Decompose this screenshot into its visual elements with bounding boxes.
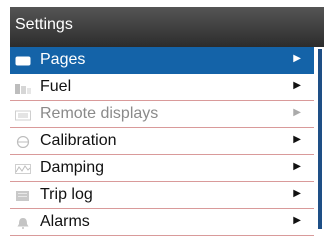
fuel-icon xyxy=(15,81,31,94)
chevron-right-icon: ▶ xyxy=(293,107,301,118)
chevron-right-icon: ▶ xyxy=(293,188,301,199)
calibration-icon xyxy=(15,135,31,149)
menu-item-remote-displays[interactable]: Remote displays ▶ xyxy=(10,101,314,128)
menu-item-label: Alarms xyxy=(40,213,90,230)
menu-item-label: Damping xyxy=(40,159,105,176)
damping-icon xyxy=(15,162,31,174)
alarms-icon xyxy=(15,216,31,229)
screen-frame: Settings Pages ▶ Fuel ▶ Remote displays … xyxy=(0,0,331,241)
menu-item-label: Fuel xyxy=(40,78,72,95)
menu-item-damping[interactable]: Damping ▶ xyxy=(10,155,314,182)
settings-menu: Pages ▶ Fuel ▶ Remote displays ▶ Calibra… xyxy=(10,47,314,241)
menu-item-pages[interactable]: Pages ▶ xyxy=(10,47,314,74)
menu-item-label: Remote displays xyxy=(40,105,159,122)
chevron-right-icon: ▶ xyxy=(293,80,301,91)
menu-item-trip-log[interactable]: Trip log ▶ xyxy=(10,182,314,209)
menu-item-fuel[interactable]: Fuel ▶ xyxy=(10,74,314,101)
title-bar: Settings xyxy=(10,7,324,47)
page-title: Settings xyxy=(15,16,73,33)
scrollbar[interactable] xyxy=(316,47,324,241)
pages-icon xyxy=(15,54,31,66)
menu-item-label: Calibration xyxy=(40,132,117,149)
menu-item-alarms[interactable]: Alarms ▶ xyxy=(10,209,314,236)
scrollbar-thumb[interactable] xyxy=(318,49,322,229)
chevron-right-icon: ▶ xyxy=(293,161,301,172)
menu-item-label: Pages xyxy=(40,51,86,68)
chevron-right-icon: ▶ xyxy=(293,215,301,226)
menu-item-calibration[interactable]: Calibration ▶ xyxy=(10,128,314,155)
menu-item-label: Trip log xyxy=(40,186,93,203)
remote-displays-icon xyxy=(15,108,31,121)
chevron-right-icon: ▶ xyxy=(293,134,301,145)
trip-log-icon xyxy=(15,189,31,201)
settings-panel: Settings Pages ▶ Fuel ▶ Remote displays … xyxy=(10,7,324,241)
chevron-right-icon: ▶ xyxy=(293,53,301,64)
